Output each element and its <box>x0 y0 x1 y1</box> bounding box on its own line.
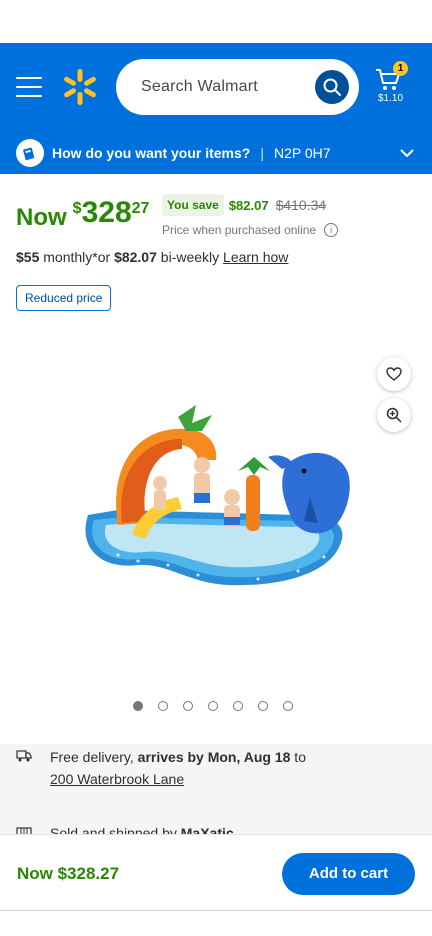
menu-icon[interactable] <box>16 77 42 97</box>
savings-block: You save $82.07 $410.34 Price when purch… <box>162 194 339 237</box>
divider: | <box>260 144 264 161</box>
fulfillment-selector[interactable]: How do you want your items? | N2P 0H7 <box>0 131 432 174</box>
chevron-down-icon[interactable] <box>400 149 414 157</box>
heart-icon <box>386 367 402 381</box>
walmart-spark-logo[interactable] <box>60 67 100 107</box>
delivery-to: to <box>290 749 306 765</box>
carousel-dot[interactable] <box>283 701 293 711</box>
cart-button[interactable]: 1 $1.10 <box>372 61 412 113</box>
sticky-add-to-cart-bar: Now $328.27 Add to cart <box>0 834 432 912</box>
carousel-dot[interactable] <box>158 701 168 711</box>
monthly-text: monthly*or <box>39 249 115 265</box>
price-dollars: 328 <box>81 196 132 229</box>
search-icon <box>323 78 341 96</box>
currency-symbol: $ <box>72 200 82 217</box>
save-amount: $82.07 <box>228 197 269 213</box>
search-placeholder: Search Walmart <box>141 78 258 95</box>
truck-icon <box>16 750 32 762</box>
delivery-icon <box>16 138 44 167</box>
carousel-dot[interactable] <box>183 701 193 711</box>
delivery-address-link[interactable]: 200 Waterbrook Lane <box>50 771 184 787</box>
learn-how-link[interactable]: Learn how <box>223 249 288 265</box>
biweekly-amount: $82.07 <box>114 249 157 265</box>
search-button[interactable] <box>315 70 349 104</box>
monthly-amount: $55 <box>16 249 40 265</box>
carousel-dot[interactable] <box>258 701 268 711</box>
financing-info: $55 monthly*or $82.07 bi-weekly Learn ho… <box>16 249 288 265</box>
price-note: Price when purchased online <box>162 223 317 237</box>
carousel-dot[interactable] <box>208 701 218 711</box>
delivery-prefix: Free delivery, <box>50 749 138 765</box>
price-cents: 27 <box>131 200 150 217</box>
top-header: Search Walmart 1 $1.10 <box>0 43 432 131</box>
image-carousel-dots <box>133 701 308 711</box>
fulfillment-question: How do you want your items? <box>52 144 251 161</box>
now-label: Now <box>16 204 67 231</box>
divider <box>0 910 432 911</box>
postal-code: N2P 0H7 <box>274 144 331 161</box>
biweekly-text: bi-weekly <box>156 249 224 265</box>
carousel-dot[interactable] <box>133 701 143 711</box>
search-input[interactable]: Search Walmart <box>116 59 359 115</box>
delivery-option: Free delivery, arrives by Mon, Aug 18 to… <box>16 746 306 790</box>
fulfillment-section: Free delivery, arrives by Mon, Aug 18 to… <box>0 744 432 844</box>
zoom-icon <box>386 407 402 423</box>
info-icon[interactable]: i <box>324 223 339 237</box>
cart-total: $1.10 <box>378 93 404 104</box>
status-bar-area <box>0 0 432 43</box>
zoom-button[interactable] <box>377 398 411 432</box>
carousel-dot[interactable] <box>233 701 243 711</box>
you-save-badge: You save <box>162 194 224 216</box>
bottom-price: Now $328.27 <box>17 863 120 883</box>
cart-count-badge: 1 <box>393 61 408 76</box>
favorite-button[interactable] <box>377 357 411 391</box>
delivery-date: arrives by Mon, Aug 18 <box>137 749 291 765</box>
add-to-cart-button[interactable]: Add to cart <box>282 852 415 895</box>
current-price: Now $ 328 27 <box>16 196 149 232</box>
product-image[interactable] <box>78 405 354 595</box>
was-price: $410.34 <box>275 197 327 213</box>
reduced-price-badge: Reduced price <box>16 285 112 311</box>
